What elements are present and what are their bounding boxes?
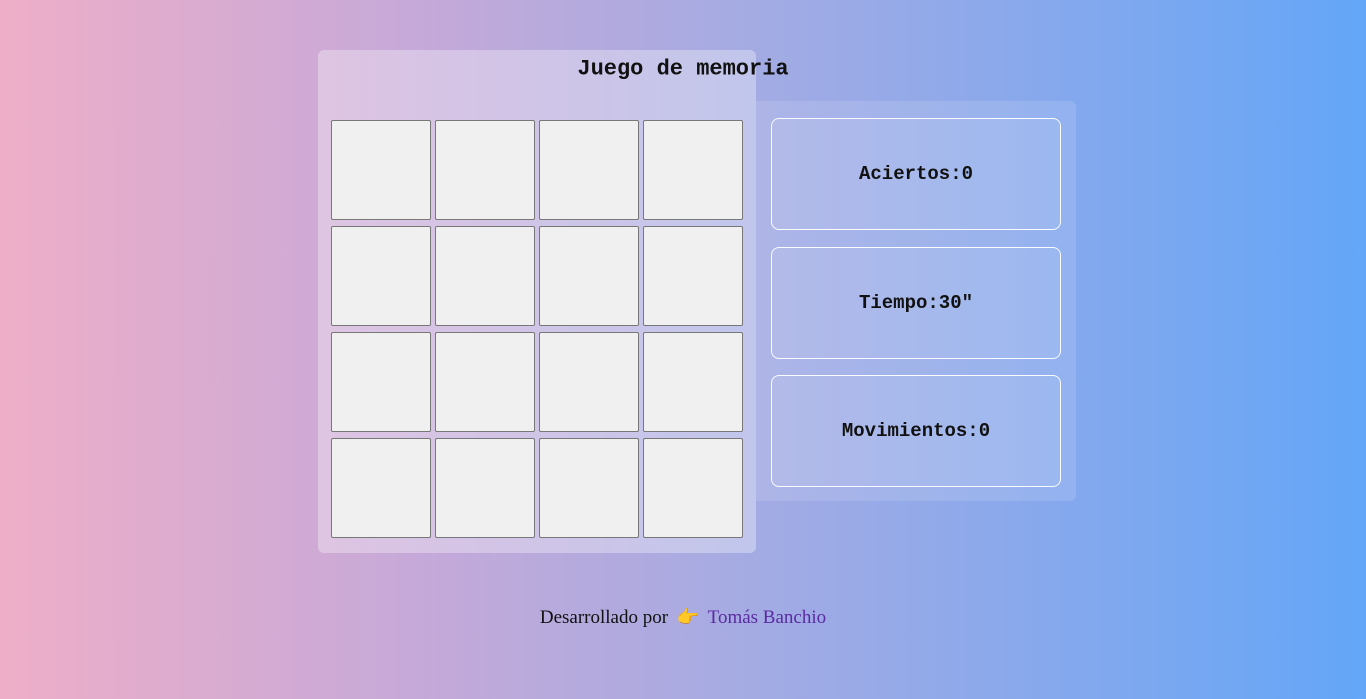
moves-value: 0 [978, 420, 991, 442]
author-link[interactable]: Tomás Banchio [708, 607, 826, 628]
memory-card[interactable] [539, 332, 639, 432]
hits-label: Aciertos: [858, 163, 962, 185]
time-value: 30" [938, 292, 974, 314]
stats-panel: Aciertos: 0 Tiempo: 30" Movimientos: 0 [756, 101, 1076, 501]
game-title: Juego de memoria [577, 56, 789, 82]
moves-counter: Movimientos: 0 [771, 375, 1061, 487]
moves-label: Movimientos: [841, 420, 979, 442]
memory-card[interactable] [435, 120, 535, 220]
hits-counter: Aciertos: 0 [771, 118, 1061, 230]
memory-card[interactable] [643, 332, 743, 432]
time-counter: Tiempo: 30" [771, 247, 1061, 359]
memory-card[interactable] [643, 438, 743, 538]
hits-value: 0 [961, 163, 974, 185]
memory-card[interactable] [539, 438, 639, 538]
pointing-right-hand-icon: 👉 [676, 607, 700, 628]
card-board [331, 120, 743, 538]
memory-card[interactable] [539, 226, 639, 326]
memory-card[interactable] [331, 332, 431, 432]
memory-card[interactable] [435, 332, 535, 432]
memory-card[interactable] [331, 120, 431, 220]
memory-card[interactable] [643, 120, 743, 220]
memory-card[interactable] [643, 226, 743, 326]
footer: Desarrollado por 👉 Tomás Banchio [0, 607, 1366, 629]
memory-card[interactable] [331, 226, 431, 326]
memory-card[interactable] [331, 438, 431, 538]
memory-card[interactable] [435, 226, 535, 326]
time-label: Tiempo: [858, 292, 939, 314]
memory-card[interactable] [435, 438, 535, 538]
memory-card[interactable] [539, 120, 639, 220]
footer-prefix: Desarrollado por [539, 607, 669, 628]
